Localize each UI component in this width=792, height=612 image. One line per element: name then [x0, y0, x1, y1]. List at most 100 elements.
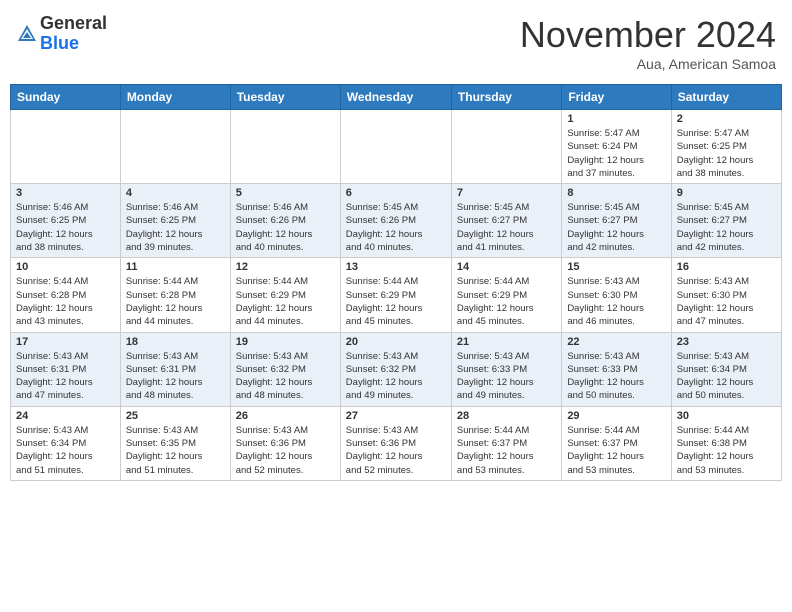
day-info-line: and 39 minutes.	[126, 242, 194, 253]
day-info: Sunrise: 5:44 AMSunset: 6:28 PMDaylight:…	[126, 275, 225, 328]
calendar-cell	[11, 110, 121, 184]
day-info-line: Sunrise: 5:43 AM	[126, 425, 198, 436]
day-info-line: Sunrise: 5:44 AM	[346, 276, 418, 287]
calendar-cell: 21Sunrise: 5:43 AMSunset: 6:33 PMDayligh…	[451, 332, 561, 406]
day-number: 11	[126, 261, 225, 273]
logo-general: General	[40, 13, 107, 33]
day-info-line: and 50 minutes.	[567, 390, 635, 401]
day-number: 12	[236, 261, 335, 273]
day-info-line: Sunrise: 5:46 AM	[236, 202, 308, 213]
logo-blue: Blue	[40, 33, 79, 53]
day-number: 24	[16, 410, 115, 422]
month-title: November 2024	[520, 14, 776, 56]
day-info: Sunrise: 5:44 AMSunset: 6:38 PMDaylight:…	[677, 424, 776, 477]
calendar-cell: 28 Sunrise: 5:44 AMSunset: 6:37 PMDayligh…	[451, 406, 561, 480]
title-block: November 2024 Aua, American Samoa	[520, 14, 776, 72]
calendar-cell: 16Sunrise: 5:43 AMSunset: 6:30 PMDayligh…	[671, 258, 781, 332]
calendar-cell: 4Sunrise: 5:46 AMSunset: 6:25 PMDaylight…	[120, 184, 230, 258]
weekday-header-monday: Monday	[120, 85, 230, 110]
day-info-line: Daylight: 12 hours	[16, 377, 93, 388]
day-info: Sunrise: 5:43 AMSunset: 6:33 PMDaylight:…	[567, 350, 665, 403]
day-info-line: Sunrise: 5:43 AM	[16, 425, 88, 436]
day-info-line: Sunset: 6:27 PM	[677, 215, 747, 226]
day-info: Sunrise: 5:46 AMSunset: 6:25 PMDaylight:…	[126, 201, 225, 254]
calendar-cell: 1Sunrise: 5:47 AMSunset: 6:24 PMDaylight…	[562, 110, 671, 184]
logo: General Blue	[16, 14, 107, 54]
day-info-line: Daylight: 12 hours	[677, 155, 754, 166]
day-info-line: and 47 minutes.	[16, 390, 84, 401]
day-info-line: and 46 minutes.	[567, 316, 635, 327]
day-info: Sunrise: 5:43 AMSunset: 6:30 PMDaylight:…	[677, 275, 776, 328]
day-info-line: and 48 minutes.	[236, 390, 304, 401]
day-number: 28	[457, 410, 556, 422]
day-info-line: Sunset: 6:35 PM	[126, 438, 196, 449]
day-info-line: and 40 minutes.	[236, 242, 304, 253]
day-number: 30	[677, 410, 776, 422]
day-info-line: Sunrise: 5:45 AM	[457, 202, 529, 213]
day-info-line: Sunrise: 5:44 AM	[126, 276, 198, 287]
calendar-cell: 7Sunrise: 5:45 AMSunset: 6:27 PMDaylight…	[451, 184, 561, 258]
day-info-line: Sunset: 6:33 PM	[457, 364, 527, 375]
day-info-line: Daylight: 12 hours	[567, 303, 644, 314]
day-info: Sunrise: 5:43 AMSunset: 6:31 PMDaylight:…	[126, 350, 225, 403]
day-info-line: Daylight: 12 hours	[16, 229, 93, 240]
weekday-header-saturday: Saturday	[671, 85, 781, 110]
page-header: General Blue November 2024 Aua, American…	[10, 10, 782, 76]
calendar-cell: 20Sunrise: 5:43 AMSunset: 6:32 PMDayligh…	[340, 332, 451, 406]
day-info: Sunrise: 5:44 AMSunset: 6:29 PMDaylight:…	[346, 275, 446, 328]
day-number: 25	[126, 410, 225, 422]
day-info-line: Sunset: 6:26 PM	[236, 215, 306, 226]
day-info: Sunrise: 5:43 AMSunset: 6:32 PMDaylight:…	[346, 350, 446, 403]
day-info-line: Sunrise: 5:43 AM	[126, 351, 198, 362]
day-info-line: and 38 minutes.	[16, 242, 84, 253]
weekday-header-row: SundayMondayTuesdayWednesdayThursdayFrid…	[11, 85, 782, 110]
calendar-cell: 13Sunrise: 5:44 AMSunset: 6:29 PMDayligh…	[340, 258, 451, 332]
day-info-line: Daylight: 12 hours	[567, 155, 644, 166]
day-info-line: Sunset: 6:25 PM	[16, 215, 86, 226]
weekday-header-friday: Friday	[562, 85, 671, 110]
calendar-cell	[340, 110, 451, 184]
week-row-1: 1Sunrise: 5:47 AMSunset: 6:24 PMDaylight…	[11, 110, 782, 184]
day-info-line: Sunset: 6:36 PM	[346, 438, 416, 449]
day-number: 14	[457, 261, 556, 273]
calendar: SundayMondayTuesdayWednesdayThursdayFrid…	[10, 84, 782, 481]
day-info-line: Daylight: 12 hours	[457, 303, 534, 314]
weekday-header-sunday: Sunday	[11, 85, 121, 110]
calendar-cell	[451, 110, 561, 184]
day-info-line: Sunrise: 5:47 AM	[677, 128, 749, 139]
calendar-cell: 14Sunrise: 5:44 AMSunset: 6:29 PMDayligh…	[451, 258, 561, 332]
day-info-line: Sunset: 6:32 PM	[236, 364, 306, 375]
calendar-cell	[120, 110, 230, 184]
day-info-line: Sunset: 6:27 PM	[457, 215, 527, 226]
day-info-line: Sunrise: 5:43 AM	[346, 351, 418, 362]
day-info-line: Sunset: 6:25 PM	[126, 215, 196, 226]
weekday-header-thursday: Thursday	[451, 85, 561, 110]
day-info-line: and 52 minutes.	[346, 465, 414, 476]
week-row-4: 17Sunrise: 5:43 AMSunset: 6:31 PMDayligh…	[11, 332, 782, 406]
day-number: 29	[567, 410, 665, 422]
day-number: 5	[236, 187, 335, 199]
calendar-cell: 30 Sunrise: 5:44 AMSunset: 6:38 PMDayligh…	[671, 406, 781, 480]
week-row-2: 3Sunrise: 5:46 AMSunset: 6:25 PMDaylight…	[11, 184, 782, 258]
day-info-line: Sunset: 6:34 PM	[16, 438, 86, 449]
day-info-line: Daylight: 12 hours	[236, 303, 313, 314]
day-info-line: and 44 minutes.	[236, 316, 304, 327]
day-info-line: and 53 minutes.	[567, 465, 635, 476]
day-info: Sunrise: 5:45 AMSunset: 6:26 PMDaylight:…	[346, 201, 446, 254]
day-info-line: and 42 minutes.	[677, 242, 745, 253]
day-info-line: Daylight: 12 hours	[346, 377, 423, 388]
day-info: Sunrise: 5:44 AMSunset: 6:37 PMDaylight:…	[457, 424, 556, 477]
calendar-cell: 6Sunrise: 5:45 AMSunset: 6:26 PMDaylight…	[340, 184, 451, 258]
day-number: 27	[346, 410, 446, 422]
day-info-line: Daylight: 12 hours	[126, 303, 203, 314]
day-info-line: and 51 minutes.	[126, 465, 194, 476]
day-info: Sunrise: 5:44 AMSunset: 6:37 PMDaylight:…	[567, 424, 665, 477]
day-info-line: Daylight: 12 hours	[346, 303, 423, 314]
day-info-line: Sunrise: 5:43 AM	[677, 351, 749, 362]
day-info-line: Sunset: 6:29 PM	[457, 290, 527, 301]
calendar-cell: 25Sunrise: 5:43 AMSunset: 6:35 PMDayligh…	[120, 406, 230, 480]
weekday-header-tuesday: Tuesday	[230, 85, 340, 110]
day-number: 7	[457, 187, 556, 199]
day-info-line: Sunrise: 5:44 AM	[457, 425, 529, 436]
day-info-line: Sunset: 6:31 PM	[16, 364, 86, 375]
